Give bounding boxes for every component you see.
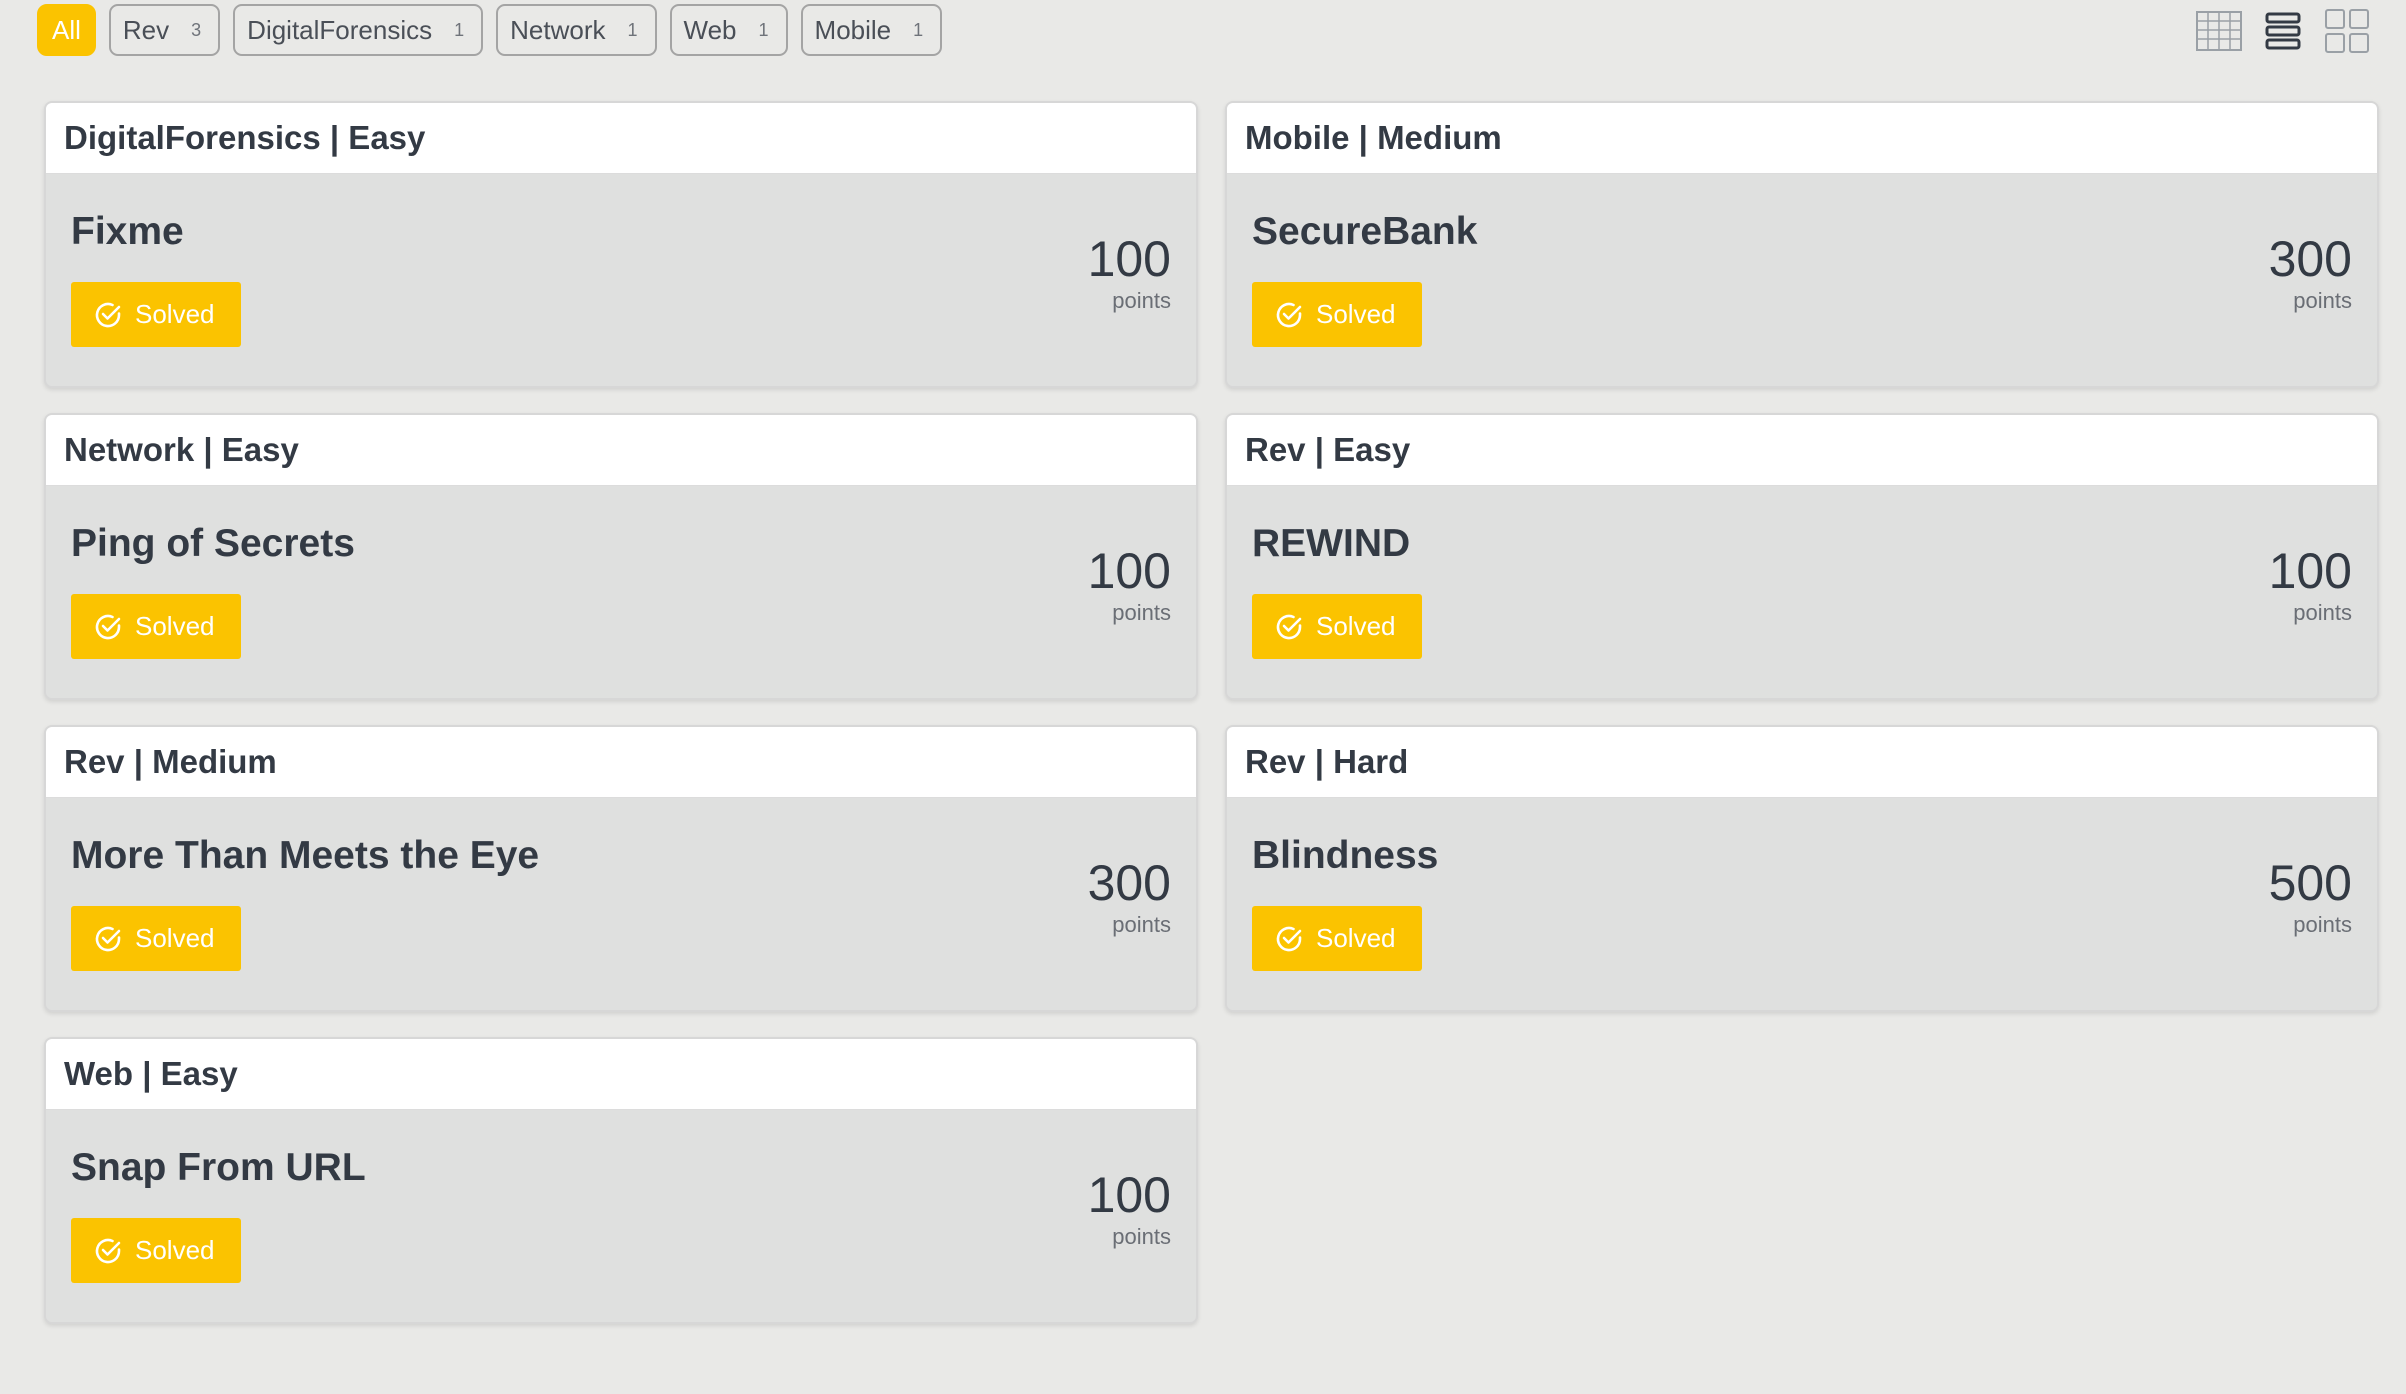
card-header: Web | Easy: [46, 1039, 1196, 1110]
card-body: SecureBank Solved 300 points: [1227, 174, 2377, 386]
solved-label: Solved: [135, 611, 215, 641]
challenge-card[interactable]: Rev | Easy REWIND Solved 100 points: [1225, 413, 2379, 700]
points-display: 300 points: [2269, 234, 2352, 314]
filter-count: 1: [913, 19, 924, 40]
check-circle-icon: [95, 1238, 121, 1263]
points-value: 100: [1087, 543, 1171, 599]
challenge-title: Blindness: [1252, 834, 1439, 877]
card-body: Blindness Solved 500 points: [1227, 798, 2377, 1010]
filter-label: DigitalForensics: [247, 14, 433, 45]
card-header: Rev | Medium: [46, 727, 1196, 798]
solved-button[interactable]: Solved: [1252, 282, 1422, 347]
points-display: 100 points: [2269, 546, 2352, 626]
solved-label: Solved: [135, 923, 215, 953]
solved-button[interactable]: Solved: [71, 282, 241, 347]
solved-button[interactable]: Solved: [71, 906, 241, 971]
solved-label: Solved: [1316, 299, 1396, 329]
table-view-icon: [2196, 11, 2242, 51]
solved-label: Solved: [135, 299, 215, 329]
points-label: points: [1112, 288, 1171, 313]
filter-label: Rev: [122, 14, 170, 45]
card-body: REWIND Solved 100 points: [1227, 486, 2377, 698]
challenge-title: Snap From URL: [71, 1146, 366, 1189]
points-display: 100 points: [1088, 546, 1171, 626]
list-view-icon: [2265, 12, 2301, 50]
check-circle-icon: [1276, 614, 1302, 639]
check-circle-icon: [1276, 926, 1302, 951]
table-view-button[interactable]: [2195, 8, 2243, 54]
filter-label: Network: [510, 14, 606, 45]
points-display: 500 points: [2269, 858, 2352, 938]
filter-count: 1: [454, 19, 465, 40]
filter-web[interactable]: Web 1: [669, 4, 788, 56]
card-body: Ping of Secrets Solved 100 points: [46, 486, 1196, 698]
challenge-card[interactable]: Rev | Medium More Than Meets the Eye Sol…: [44, 725, 1198, 1012]
points-label: points: [1112, 912, 1171, 937]
solved-button[interactable]: Solved: [71, 1218, 241, 1283]
points-value: 100: [1087, 231, 1171, 287]
points-value: 300: [2268, 231, 2352, 287]
card-header: Rev | Easy: [1227, 415, 2377, 486]
points-label: points: [1112, 600, 1171, 625]
check-circle-icon: [95, 614, 121, 639]
card-body: Snap From URL Solved 100 points: [46, 1110, 1196, 1322]
filter-label: Web: [683, 14, 737, 45]
card-header: Mobile | Medium: [1227, 103, 2377, 174]
grid-view-icon: [2325, 9, 2369, 53]
view-toggles: [2195, 8, 2371, 54]
challenge-card[interactable]: Rev | Hard Blindness Solved 500 points: [1225, 725, 2379, 1012]
filter-mobile[interactable]: Mobile 1: [800, 4, 943, 56]
points-value: 500: [2268, 855, 2352, 911]
points-value: 300: [1087, 855, 1171, 911]
challenge-title: REWIND: [1252, 522, 1411, 565]
card-header: DigitalForensics | Easy: [46, 103, 1196, 174]
filter-count: 3: [191, 19, 202, 40]
card-body: More Than Meets the Eye Solved 300 point…: [46, 798, 1196, 1010]
card-header: Network | Easy: [46, 415, 1196, 486]
challenge-card[interactable]: Network | Easy Ping of Secrets Solved 10…: [44, 413, 1198, 700]
challenge-title: Ping of Secrets: [71, 522, 355, 565]
check-circle-icon: [1276, 302, 1302, 327]
points-value: 100: [1087, 1167, 1171, 1223]
filter-network[interactable]: Network 1: [496, 4, 657, 56]
challenge-card[interactable]: Mobile | Medium SecureBank Solved 300 po…: [1225, 101, 2379, 388]
points-display: 100 points: [1088, 234, 1171, 314]
points-value: 100: [2268, 543, 2352, 599]
solved-label: Solved: [135, 1235, 215, 1265]
filter-rev[interactable]: Rev 3: [108, 4, 221, 56]
solved-button[interactable]: Solved: [1252, 594, 1422, 659]
points-label: points: [1112, 1224, 1171, 1249]
filter-digitalforensics[interactable]: DigitalForensics 1: [233, 4, 484, 56]
solved-label: Solved: [1316, 611, 1396, 641]
filter-label: All: [52, 14, 81, 45]
solved-button[interactable]: Solved: [71, 594, 241, 659]
challenge-title: More Than Meets the Eye: [71, 834, 540, 877]
challenge-card[interactable]: Web | Easy Snap From URL Solved 100 poin…: [44, 1037, 1198, 1324]
points-display: 100 points: [1088, 1170, 1171, 1250]
list-view-button[interactable]: [2259, 8, 2307, 54]
filter-all[interactable]: All: [37, 4, 96, 56]
challenge-card[interactable]: DigitalForensics | Easy Fixme Solved 100…: [44, 101, 1198, 388]
solved-button[interactable]: Solved: [1252, 906, 1422, 971]
top-bar: All Rev 3 DigitalForensics 1 Network 1 W…: [0, 0, 2406, 60]
solved-label: Solved: [1316, 923, 1396, 953]
points-label: points: [2293, 600, 2352, 625]
points-display: 300 points: [1088, 858, 1171, 938]
category-filters: All Rev 3 DigitalForensics 1 Network 1 W…: [37, 4, 943, 56]
challenge-title: Fixme: [71, 210, 184, 253]
filter-label: Mobile: [814, 14, 892, 45]
check-circle-icon: [95, 926, 121, 951]
points-label: points: [2293, 912, 2352, 937]
points-label: points: [2293, 288, 2352, 313]
filter-count: 1: [627, 19, 638, 40]
grid-view-button[interactable]: [2323, 8, 2371, 54]
card-header: Rev | Hard: [1227, 727, 2377, 798]
challenge-grid: DigitalForensics | Easy Fixme Solved 100…: [44, 101, 2379, 1324]
challenge-title: SecureBank: [1252, 210, 1478, 253]
check-circle-icon: [95, 302, 121, 327]
card-body: Fixme Solved 100 points: [46, 174, 1196, 386]
filter-count: 1: [758, 19, 769, 40]
